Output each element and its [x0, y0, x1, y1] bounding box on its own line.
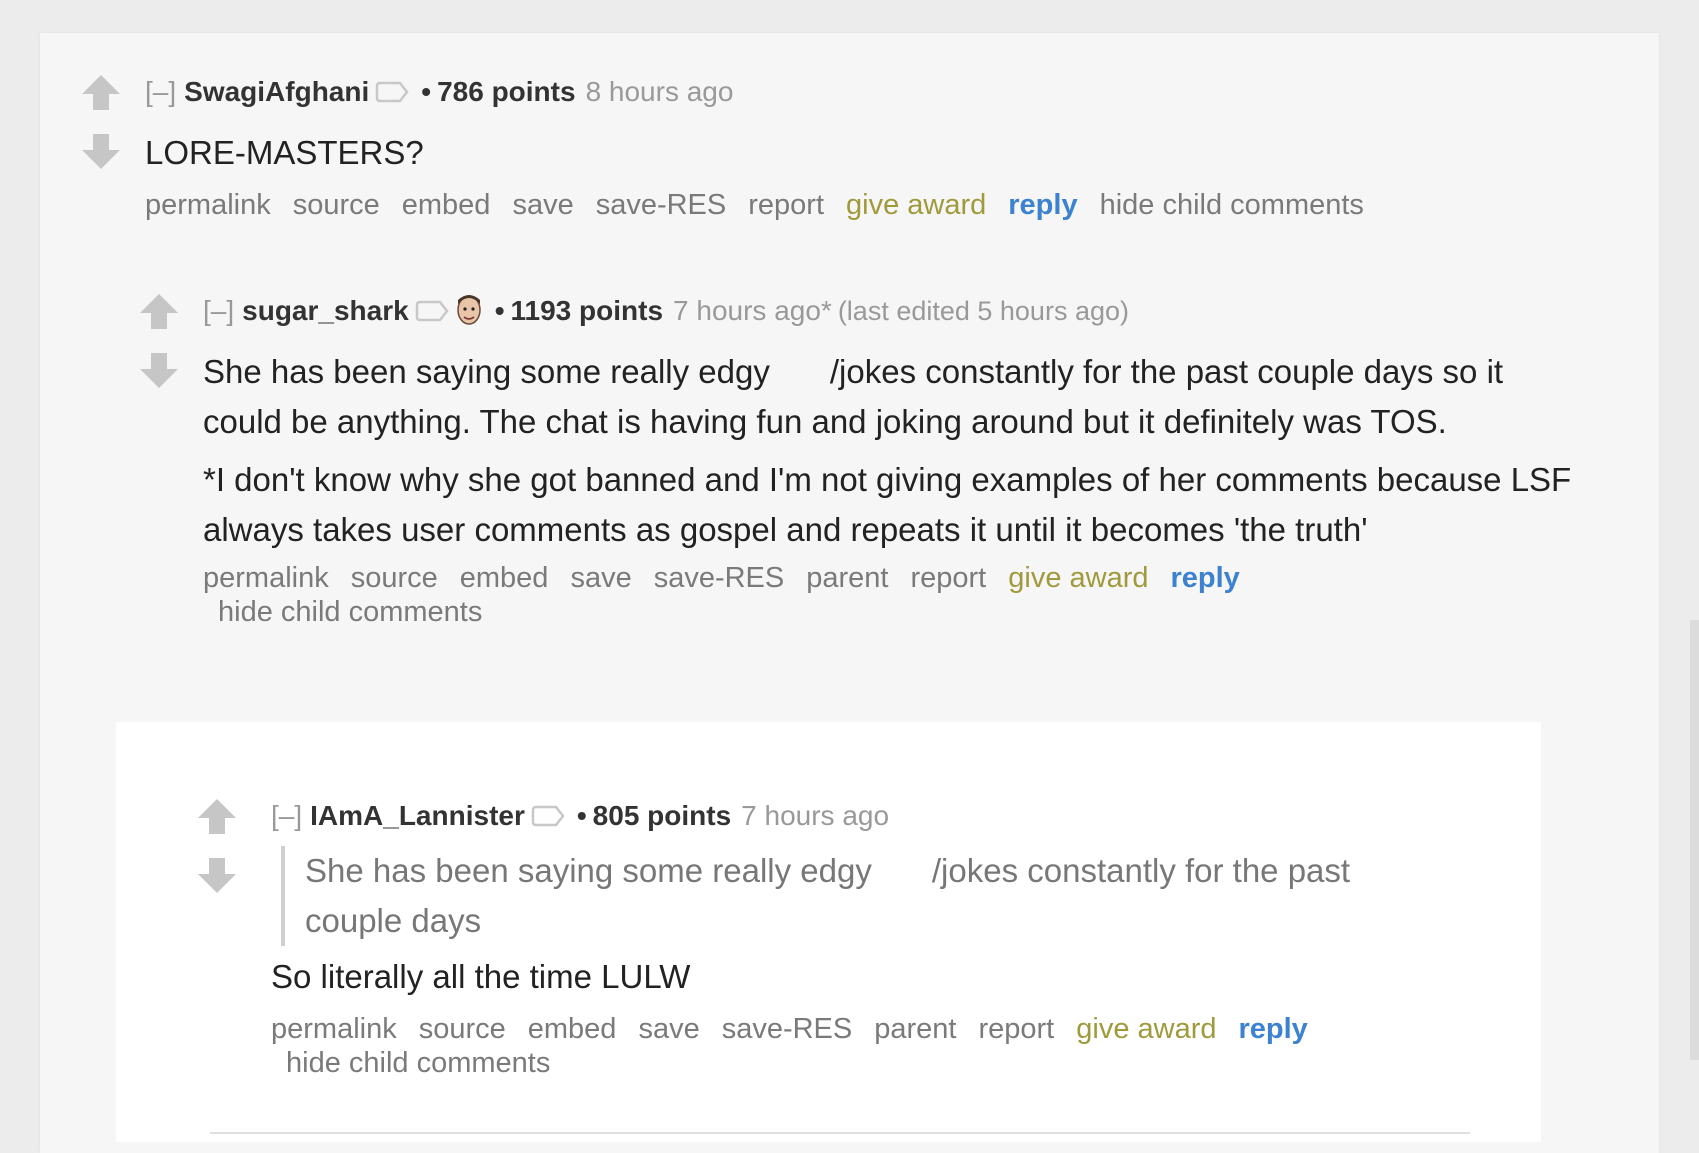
timestamp: 7 hours ago*: [673, 295, 832, 326]
permalink-link[interactable]: permalink: [271, 1013, 397, 1045]
user-tag-icon[interactable]: [415, 293, 449, 333]
comment-body: She has been saying some really edgy/jok…: [203, 347, 1583, 555]
comment-tagline: [–] IAmA_Lannister • 805 points 7 hours ago: [271, 796, 1531, 838]
save-link[interactable]: save: [638, 1013, 699, 1045]
collapse-toggle[interactable]: [–]: [145, 76, 176, 107]
collapse-toggle[interactable]: [–]: [203, 295, 234, 326]
author-link[interactable]: IAmA_Lannister: [310, 800, 525, 831]
save-res-link[interactable]: save-RES: [654, 562, 785, 594]
parent-link[interactable]: parent: [806, 562, 888, 594]
author-link[interactable]: SwagiAfghani: [184, 76, 369, 107]
save-res-link[interactable]: save-RES: [596, 189, 727, 221]
score: 1193 points: [510, 295, 664, 326]
user-flair-face-icon: [455, 292, 483, 326]
comment-text-part: She has been saying some really edgy: [203, 353, 770, 390]
timestamp: 7 hours ago: [741, 800, 890, 831]
score: 805 points: [592, 800, 732, 831]
comment-buttons: permalink source embed save save-RES parent re…: [203, 561, 1263, 629]
comment-tagline: [–] SwagiAfghani • 786 points 8 hours ago: [145, 72, 1545, 114]
embed-link[interactable]: embed: [460, 562, 549, 594]
separator-dot: •: [494, 295, 505, 326]
divider: [210, 1132, 1470, 1134]
comment-buttons: permalink source embed save save-RES report gi…: [145, 188, 1545, 222]
comment-body: So literally all the time LULW: [271, 952, 1531, 1002]
comment-paragraph-2: *I don't know why she got banned and I'm…: [203, 461, 1572, 548]
comment-text: LORE-MASTERS?: [145, 134, 424, 171]
comment-tagline: [–] sugar_shark • 1193 points 7 hours ago* (l…: [203, 291, 1583, 333]
parent-link[interactable]: parent: [874, 1013, 956, 1045]
blockquote: She has been saying some really edgy/jok…: [281, 846, 1455, 946]
upvote-arrow-icon[interactable]: [196, 796, 238, 838]
give-award-link[interactable]: give award: [1008, 562, 1148, 594]
upvote-arrow-icon[interactable]: [80, 72, 122, 114]
save-link[interactable]: save: [512, 189, 573, 221]
timestamp: 8 hours ago: [585, 76, 734, 107]
save-link[interactable]: save: [570, 562, 631, 594]
reply-link[interactable]: reply: [1008, 189, 1077, 221]
source-link[interactable]: source: [293, 189, 380, 221]
side-scroll-tab[interactable]: [1690, 620, 1699, 1060]
downvote-arrow-icon[interactable]: [138, 349, 180, 391]
comment-text-part: /jokes constantly for the past couple da…: [829, 353, 1478, 390]
collapse-toggle[interactable]: [–]: [271, 800, 302, 831]
vote-arrows: [138, 291, 184, 391]
source-link[interactable]: source: [351, 562, 438, 594]
embed-link[interactable]: embed: [528, 1013, 617, 1045]
comment-paragraph-1: She has been saying some really edgy/jok…: [203, 347, 1583, 447]
permalink-link[interactable]: permalink: [203, 562, 329, 594]
downvote-arrow-icon[interactable]: [196, 854, 238, 896]
report-link[interactable]: report: [978, 1013, 1054, 1045]
score: 786 points: [437, 76, 576, 107]
permalink-link[interactable]: permalink: [145, 189, 271, 221]
comment-body: LORE-MASTERS?: [145, 128, 1545, 178]
hide-child-comments-link[interactable]: hide child comments: [218, 596, 482, 628]
reply-link[interactable]: reply: [1171, 562, 1240, 594]
save-res-link[interactable]: save-RES: [722, 1013, 853, 1045]
reply-link[interactable]: reply: [1239, 1013, 1308, 1045]
separator-dot: •: [576, 800, 587, 831]
hide-child-comments-link[interactable]: hide child comments: [1100, 189, 1364, 221]
downvote-arrow-icon[interactable]: [80, 130, 122, 172]
give-award-link[interactable]: give award: [1076, 1013, 1216, 1045]
source-link[interactable]: source: [419, 1013, 506, 1045]
quote-text-part: /jokes constantly for the past: [931, 852, 1351, 889]
comment-buttons: permalink source embed save save-RES parent re…: [271, 1012, 1351, 1080]
report-link[interactable]: report: [910, 562, 986, 594]
upvote-arrow-icon[interactable]: [138, 291, 180, 333]
separator-dot: •: [421, 76, 432, 107]
report-link[interactable]: report: [748, 189, 824, 221]
author-link[interactable]: sugar_shark: [242, 295, 409, 326]
quote-text-part: She has been saying some really edgy: [305, 852, 872, 889]
edited-note: (last edited 5 hours ago): [837, 296, 1129, 326]
comment-text: So literally all the time LULW: [271, 958, 691, 995]
user-tag-icon[interactable]: [531, 798, 565, 838]
user-tag-icon[interactable]: [375, 74, 409, 114]
vote-arrows: [196, 796, 242, 896]
quote-text-part: couple days: [305, 902, 482, 939]
embed-link[interactable]: embed: [402, 189, 491, 221]
vote-arrows: [80, 72, 126, 172]
hide-child-comments-link[interactable]: hide child comments: [286, 1047, 550, 1079]
give-award-link[interactable]: give award: [846, 189, 986, 221]
